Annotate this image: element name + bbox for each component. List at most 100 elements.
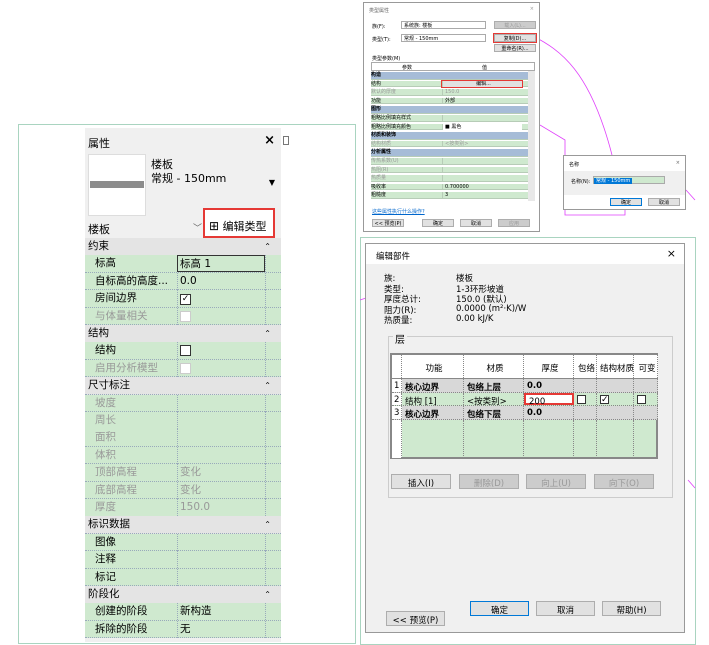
type-selector[interactable]: 楼板 常规 - 150mm [151,158,226,186]
property-value[interactable]: 0.0 [177,272,265,290]
collapse-icon[interactable]: ⌃ [264,325,271,342]
info-value: 0.0000 (m²·K)/W [456,303,527,314]
param-value[interactable]: ■ 黑色 [442,123,522,131]
param-value[interactable]: 150.0 [442,89,522,96]
param-value[interactable]: 3 [442,192,522,199]
property-label: 底部高程 [95,483,137,496]
layer-thickness[interactable]: 0.0 [524,379,574,392]
collapse-icon[interactable]: ⌃ [264,238,271,255]
ok-button[interactable]: 确定 [422,219,454,227]
scrollbar[interactable] [528,71,535,201]
property-value [177,429,265,447]
move-up-button[interactable]: 向上(U) [526,474,586,489]
insert-button[interactable]: 插入(I) [391,474,451,489]
layer-row[interactable]: 1 核心边界 包络上层 0.0 [392,379,658,393]
close-icon[interactable]: × [530,6,534,12]
duplicate-button[interactable]: 复制(D)... [493,33,537,43]
preview-button[interactable]: << 预览(P) [386,611,445,626]
property-cell-extra [265,603,281,621]
dropdown-arrow-icon[interactable]: ▼ [269,178,275,187]
chevron-down-icon[interactable]: ﹀ [193,221,202,234]
layer-row[interactable]: 3 核心边界 包络下层 0.0 [392,406,658,420]
layer-structural-cell [597,379,634,392]
params-header: 参数 值 [371,62,535,71]
name-label: 名称(N): [571,179,591,185]
param-value[interactable]: <按类别> [442,140,522,148]
param-value[interactable] [442,175,522,182]
cancel-button[interactable]: 取消 [648,198,680,206]
wrap-checkbox[interactable] [577,394,586,404]
property-value[interactable] [177,533,265,551]
layer-thickness[interactable]: 200 [524,392,574,407]
apply-button[interactable]: 应用 [498,219,530,227]
layer-function[interactable]: 核心边界 [402,379,464,393]
property-label: 结构 [95,344,116,357]
property-value[interactable]: 标高 1 [177,255,265,273]
property-label: 拆除的阶段 [95,622,148,635]
property-group-header[interactable]: 结构 ⌃ [85,325,281,343]
property-value[interactable] [177,342,265,360]
close-icon[interactable]: × [264,133,275,148]
property-row: 面积 [85,429,281,447]
property-row: 顶部高程 变化 [85,464,281,482]
collapse-icon[interactable]: ⌃ [264,377,271,394]
name-input[interactable]: 常规 - 150mm [593,176,665,184]
help-button[interactable]: 帮助(H) [602,601,661,616]
close-icon[interactable]: × [676,160,680,166]
property-value[interactable] [177,568,265,586]
instance-filter-select[interactable]: 楼板 [88,221,110,237]
variable-checkbox[interactable] [637,394,646,404]
help-link[interactable]: 这些属性执行什么操作? [372,208,425,215]
column-header: 功能 [402,355,464,378]
collapse-icon[interactable]: ⌃ [264,586,271,603]
property-group-header[interactable]: 约束 ⌃ [85,238,281,256]
param-value-text: 150.0 [445,89,460,96]
info-label: 热质量: [384,316,413,326]
edit-type-button[interactable]: ⊞ 编辑类型 [203,208,275,238]
checkbox[interactable]: ✓ [180,294,191,306]
move-down-button[interactable]: 向下(O) [594,474,654,489]
property-value[interactable]: 新构造 [177,603,265,621]
layer-material[interactable]: 包络上层 [464,379,524,393]
layer-row[interactable]: 2 结构 [1] <按类别> 200 ✓ [392,392,658,407]
param-value[interactable]: 外部 [442,97,522,105]
rename-button[interactable]: 重命名(R)... [494,44,536,52]
preview-button[interactable]: << 预览(P) [372,219,404,227]
param-value[interactable] [442,166,522,174]
property-label: 面积 [95,431,116,444]
ok-button[interactable]: 确定 [610,198,642,206]
close-icon[interactable]: × [667,247,676,260]
property-group-header[interactable]: 阶段化 ⌃ [85,586,281,604]
layer-variable-cell [634,379,658,392]
delete-button[interactable]: 删除(D) [459,474,519,489]
param-value[interactable]: 0.700000 [442,183,522,191]
param-value[interactable]: 编辑... [441,79,523,89]
type-properties-dialog: 类型属性 × 族(F): 系统族: 楼板 类型(T): 常规 - 150mm 载… [363,2,540,232]
layer-thickness[interactable]: 0.0 [524,406,574,419]
cancel-button[interactable]: 取消 [460,219,492,227]
property-group-header[interactable]: 尺寸标注 ⌃ [85,377,281,395]
layer-material[interactable]: 包络下层 [464,406,524,420]
property-label: 标高 [95,257,116,270]
layer-material[interactable]: <按类别> [464,392,524,407]
collapse-icon[interactable]: ⌃ [264,516,271,533]
param-label: 吸收率 [371,183,387,190]
family-select[interactable]: 系统族: 楼板 [401,21,486,29]
cancel-button[interactable]: 取消 [536,601,595,616]
param-value[interactable] [442,115,522,122]
structural-checkbox[interactable]: ✓ [600,394,609,404]
rename-dialog: 名称 × 名称(N): 常规 - 150mm 确定 取消 [563,155,686,210]
param-label: 构造 [371,72,382,78]
property-value[interactable]: ✓ [177,290,265,308]
checkbox[interactable] [180,345,191,357]
param-value[interactable] [442,158,522,165]
layer-function[interactable]: 结构 [1] [402,392,464,407]
property-value[interactable] [177,551,265,569]
layer-function[interactable]: 核心边界 [402,406,464,420]
type-select[interactable]: 常规 - 150mm [401,34,486,42]
property-value[interactable]: 无 [177,620,265,638]
property-label: 阶段化 [88,588,120,600]
ok-button[interactable]: 确定 [470,601,529,616]
load-button[interactable]: 载入(L)... [494,21,536,29]
property-group-header[interactable]: 标识数据 ⌃ [85,516,281,534]
